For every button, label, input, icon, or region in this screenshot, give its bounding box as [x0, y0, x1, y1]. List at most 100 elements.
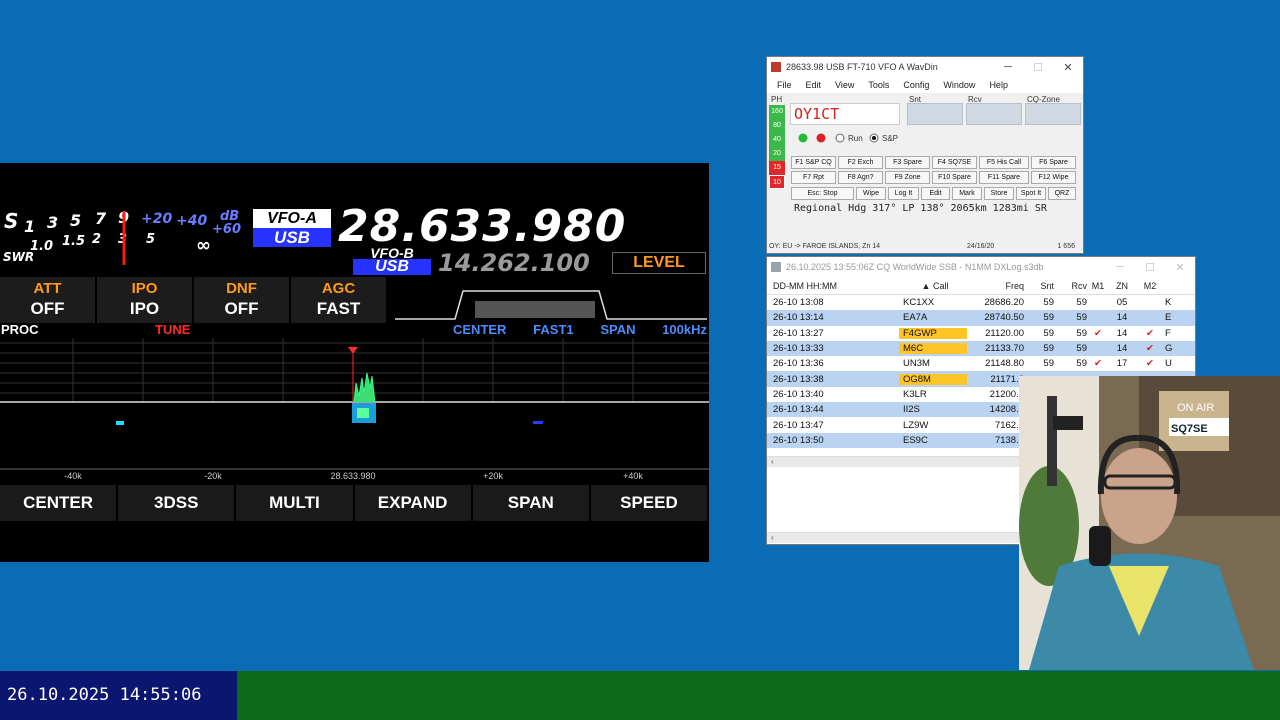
cell-m2: ✔: [1146, 343, 1154, 355]
menu-edit[interactable]: Edit: [806, 80, 822, 90]
f7-button[interactable]: F7 Rpt: [791, 171, 836, 184]
expand-key[interactable]: EXPAND: [354, 485, 473, 521]
status-country: OY: EU -> FAROE ISLANDS, Zn 14: [769, 243, 881, 250]
band-160[interactable]: 160: [769, 105, 785, 119]
log-header: DD-MM HH:MM ▲ Call Freq Snt Rcv M1 ZN M2: [767, 277, 1195, 295]
center-key[interactable]: CENTER: [0, 485, 119, 521]
edit-button[interactable]: Edit: [921, 187, 950, 200]
dnf-value: OFF: [224, 299, 259, 318]
cell-m2: ✔: [1146, 358, 1154, 370]
table-row[interactable]: 26-10 13:08 KC1XX 28686.20 59 59 05 K: [767, 295, 1195, 310]
table-row[interactable]: 26-10 13:33 M6C 21133.70 59 59 14 ✔ G: [767, 340, 1195, 357]
log-it-button[interactable]: Log It: [888, 187, 919, 200]
vfo-b-frequency[interactable]: 14.262.100: [438, 249, 590, 277]
f10-button[interactable]: F10 Spare: [932, 171, 977, 184]
menu-help[interactable]: Help: [989, 80, 1008, 90]
att-button[interactable]: ATT OFF: [0, 277, 97, 323]
sp-radio[interactable]: S&P: [882, 134, 898, 143]
col-m2[interactable]: M2: [1135, 281, 1165, 291]
menu-tools[interactable]: Tools: [868, 80, 889, 90]
col-snt[interactable]: Snt: [1024, 281, 1054, 291]
cell-rcv: 59: [1076, 343, 1087, 355]
speed-key[interactable]: SPEED: [590, 485, 709, 521]
col-call[interactable]: ▲ Call: [899, 281, 967, 291]
spectrum-scope[interactable]: -40k -20k 28.633.980 +20k +40k: [0, 338, 709, 483]
esc-stop-button[interactable]: Esc: Stop: [791, 187, 854, 200]
rcv-field[interactable]: [966, 103, 1022, 125]
cell-datetime: 26-10 13:44: [773, 404, 824, 416]
col-zn[interactable]: ZN: [1109, 281, 1135, 291]
ph-label: PH: [771, 95, 783, 104]
vfo-a-mode[interactable]: USB: [253, 228, 331, 247]
level-button[interactable]: LEVEL: [612, 252, 706, 274]
f11-button[interactable]: F11 Spare: [979, 171, 1029, 184]
cell-snt: 59: [1043, 312, 1054, 324]
scope-mode: CENTER: [453, 322, 507, 337]
minimize-icon[interactable]: ─: [993, 61, 1023, 73]
log-maximize-icon[interactable]: ☐: [1135, 261, 1165, 274]
snt-field[interactable]: [907, 103, 963, 125]
cell-extra: F: [1165, 327, 1171, 339]
agc-button[interactable]: AGC FAST: [291, 277, 388, 323]
wavdin-window: 28633.98 USB FT-710 VFO A WavDin ─ ☐ ✕ F…: [766, 56, 1084, 254]
run-radio[interactable]: Run: [848, 134, 863, 143]
col-m1[interactable]: M1: [1087, 281, 1109, 291]
dnf-button[interactable]: DNF OFF: [194, 277, 291, 323]
span-key[interactable]: SPAN: [472, 485, 591, 521]
vfo-b-mode[interactable]: USB: [353, 259, 431, 275]
f12-button[interactable]: F12 Wipe: [1031, 171, 1076, 184]
col-freq[interactable]: Freq: [967, 281, 1024, 291]
band-15[interactable]: 15: [769, 161, 785, 175]
cell-m1: ✔: [1094, 358, 1102, 370]
menu-view[interactable]: View: [835, 80, 854, 90]
webcam-feed: ON AIR SQ7SE: [1019, 376, 1280, 670]
f5-button[interactable]: F5 His Call: [979, 156, 1029, 169]
callsign-input[interactable]: [790, 103, 900, 125]
col-rcv[interactable]: Rcv: [1054, 281, 1088, 291]
f3-button[interactable]: F3 Spare: [885, 156, 930, 169]
mark-button[interactable]: Mark: [952, 187, 982, 200]
att-value: OFF: [30, 299, 65, 318]
cell-call: LZ9W: [903, 419, 929, 431]
3dss-key[interactable]: 3DSS: [118, 485, 237, 521]
store-button[interactable]: Store: [984, 187, 1014, 200]
tick-plus-40k: +40k: [623, 471, 643, 481]
menu-file[interactable]: File: [777, 80, 792, 90]
menu-config[interactable]: Config: [903, 80, 929, 90]
f1-button[interactable]: F1 S&P CQ: [791, 156, 836, 169]
log-minimize-icon[interactable]: ─: [1105, 261, 1135, 273]
table-row[interactable]: 26-10 13:14 EA7A 28740.50 59 59 14 E: [767, 310, 1195, 326]
cell-snt: 59: [1043, 327, 1054, 339]
vfo-a-label[interactable]: VFO-A: [253, 209, 331, 228]
cell-freq: 21200.4: [989, 388, 1024, 400]
qrz-button[interactable]: QRZ: [1048, 187, 1076, 200]
maximize-icon[interactable]: ☐: [1023, 61, 1053, 74]
cell-rcv: 59: [1076, 327, 1087, 339]
cell-zn: 05: [1116, 297, 1128, 309]
tick-center: 28.633.980: [330, 471, 375, 481]
wipe-button[interactable]: Wipe: [856, 187, 886, 200]
f2-button[interactable]: F2 Exch: [838, 156, 883, 169]
table-row[interactable]: 26-10 13:36 UN3M 21148.80 59 59 ✔ 17 ✔ U: [767, 356, 1195, 371]
f6-button[interactable]: F6 Spare: [1031, 156, 1076, 169]
table-row[interactable]: 26-10 13:27 F4GWP 21120.00 59 59 ✔ 14 ✔ F: [767, 326, 1195, 341]
menu-window[interactable]: Window: [943, 80, 975, 90]
cqzone-field[interactable]: [1025, 103, 1081, 125]
log-titlebar[interactable]: 26.10.2025 13:55:06Z CQ WorldWide SSB - …: [767, 257, 1195, 277]
band-10[interactable]: 10: [769, 175, 785, 189]
f8-button[interactable]: F8 Agn?: [838, 171, 883, 184]
band-80[interactable]: 80: [769, 119, 785, 133]
f4-button[interactable]: F4 SQ7SE: [932, 156, 977, 169]
clock: 26.10.2025 14:55:06: [0, 671, 237, 720]
band-20[interactable]: 20: [769, 147, 785, 161]
wavdin-titlebar[interactable]: 28633.98 USB FT-710 VFO A WavDin ─ ☐ ✕: [767, 57, 1083, 77]
spot-it-button[interactable]: Spot It: [1016, 187, 1046, 200]
col-datetime[interactable]: DD-MM HH:MM: [767, 281, 899, 291]
cell-zn: 17: [1116, 358, 1128, 370]
multi-key[interactable]: MULTI: [236, 485, 355, 521]
close-icon[interactable]: ✕: [1053, 61, 1083, 74]
log-close-icon[interactable]: ✕: [1165, 261, 1195, 274]
f9-button[interactable]: F9 Zone: [885, 171, 930, 184]
band-40[interactable]: 40: [769, 133, 785, 147]
ipo-button[interactable]: IPO IPO: [97, 277, 194, 323]
